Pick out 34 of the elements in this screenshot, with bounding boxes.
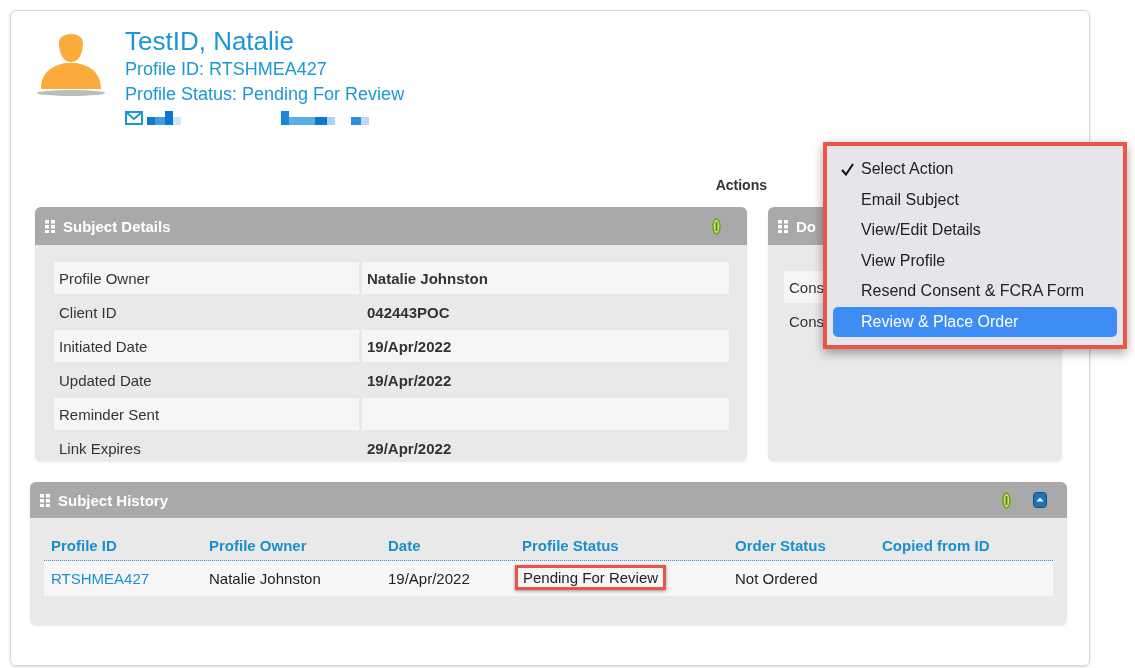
grip-icon[interactable] (778, 219, 788, 233)
table-cell: Pending For Review (515, 565, 667, 590)
pill-icon[interactable] (1002, 491, 1011, 509)
panel-title: Subject History (58, 491, 169, 509)
profile-name: TestID, Natalie (125, 25, 296, 57)
menu-item[interactable]: Select Action (833, 154, 1117, 185)
detail-label: Profile Owner (54, 262, 359, 294)
table-cell: Natalie Johnston (209, 570, 321, 587)
collapse-icon[interactable] (1033, 492, 1047, 508)
panel-title: Subject Details (63, 217, 171, 235)
grip-icon[interactable] (45, 219, 55, 233)
detail-label: Initiated Date (54, 330, 359, 362)
menu-item[interactable]: Email Subject (833, 184, 1117, 215)
column-header[interactable]: Order Status (735, 537, 882, 554)
column-header[interactable]: Date (388, 537, 522, 554)
column-header[interactable]: Copied from ID (882, 537, 1053, 554)
grip-icon[interactable] (40, 493, 50, 507)
table-cell: 19/Apr/2022 (388, 570, 470, 587)
profile-status: Profile Status: Pending For Review (125, 83, 405, 106)
profile-link[interactable]: RTSHMEA427 (51, 570, 150, 587)
detail-value: 19/Apr/2022 (362, 330, 729, 362)
menu-item[interactable]: View/Edit Details (833, 215, 1117, 246)
profile-id: Profile ID: RTSHMEA427 (125, 58, 328, 81)
detail-label: Reminder Sent (54, 398, 359, 430)
column-header[interactable]: Profile ID (51, 537, 209, 554)
mail-icon[interactable] (125, 111, 143, 125)
menu-item[interactable]: Review & Place Order (833, 306, 1117, 337)
panel-title: Do (796, 217, 816, 235)
column-header[interactable]: Profile Owner (209, 537, 388, 554)
column-header[interactable]: Profile Status (522, 537, 735, 554)
pill-icon[interactable] (712, 217, 721, 235)
actions-label: Actions (715, 176, 767, 195)
table-cell: Not Ordered (735, 570, 818, 587)
detail-value: Natalie Johnston (362, 262, 729, 294)
